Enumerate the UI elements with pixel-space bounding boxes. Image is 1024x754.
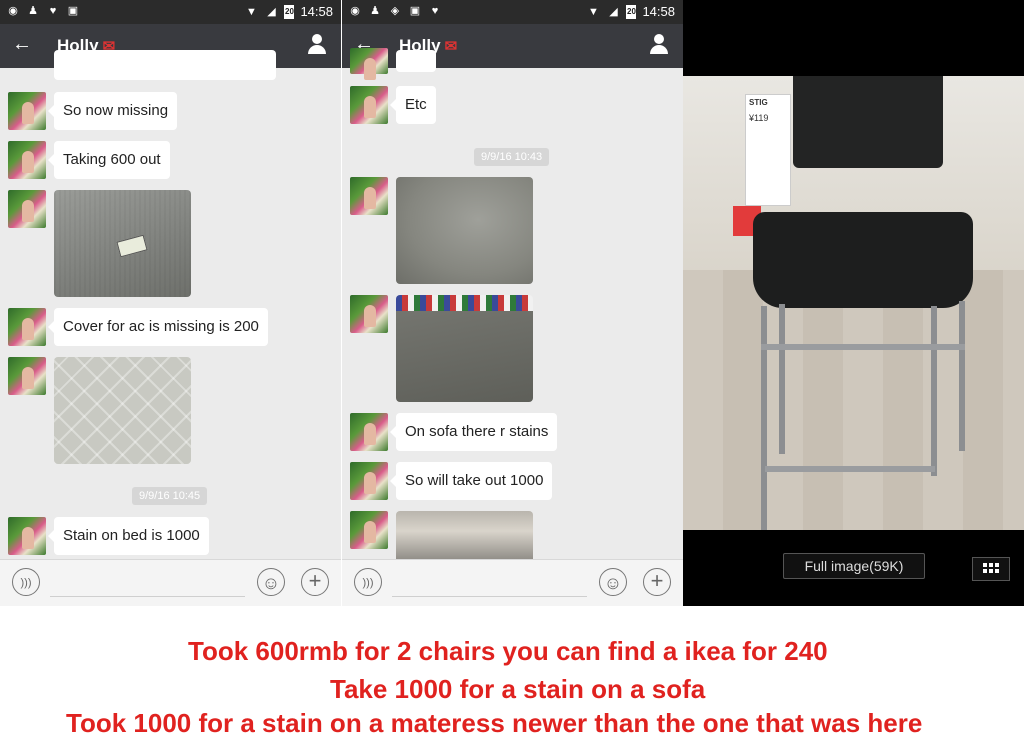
full-image-button[interactable]: Full image(59K) — [783, 553, 925, 579]
message-bubble: Cover for ac is missing is 200 — [48, 308, 268, 346]
emoji-icon[interactable]: ☺ — [599, 568, 627, 596]
chair-leg — [761, 306, 767, 530]
price-tag-text: ¥119 — [749, 113, 769, 123]
plus-icon[interactable]: + — [301, 568, 329, 596]
avatar — [8, 190, 46, 228]
profile-icon[interactable] — [649, 34, 669, 56]
status-time: 14:58 — [300, 4, 333, 19]
messenger-icon: ◉ — [8, 5, 18, 17]
message-timestamp: 9/9/16 10:43 — [474, 148, 550, 166]
photo-message-carpet[interactable] — [54, 190, 191, 297]
grid-icon[interactable] — [972, 557, 1010, 581]
message-bubble: Etc — [390, 86, 436, 124]
profile-icon[interactable] — [307, 34, 327, 56]
avatar — [350, 295, 388, 333]
chair-photo: STIG ¥119 — [683, 76, 1024, 530]
heart-icon: ♥ — [49, 5, 57, 17]
caption-area: Took 600rmb for 2 chairs you can find a … — [0, 606, 1024, 754]
voice-icon[interactable]: ))) — [12, 568, 40, 596]
back-arrow-icon[interactable]: ← — [12, 33, 32, 56]
battery-icon: 20 — [284, 4, 295, 19]
avatar — [8, 357, 46, 395]
ac-remote-image — [116, 234, 148, 258]
battery-icon: 20 — [626, 4, 637, 19]
message-input[interactable] — [392, 596, 587, 597]
status-time: 14:58 — [642, 4, 675, 19]
message-bubble: Stain on bed is 1000 — [48, 517, 209, 555]
signal-icon: ◢ — [609, 5, 618, 18]
gallery-icon: ▣ — [67, 5, 79, 17]
mail-icon: ✉ — [444, 38, 458, 55]
input-bar: ))) ☺ + — [342, 559, 683, 606]
message-bubble: So now missing — [47, 92, 178, 130]
photo-message-room[interactable] — [396, 511, 533, 561]
avatar — [350, 177, 388, 215]
plus-icon[interactable]: + — [643, 568, 671, 596]
caption-line: Took 600rmb for 2 chairs you can find a … — [188, 636, 828, 666]
wifi-icon: ▼ — [588, 5, 599, 18]
chair-leg — [779, 304, 785, 454]
chair-leg — [931, 306, 937, 476]
avatar — [350, 48, 388, 80]
messenger-icon: ◉ — [350, 5, 360, 17]
avatar — [8, 517, 46, 555]
avatar — [350, 413, 388, 451]
avatar — [350, 511, 388, 549]
avatar — [350, 462, 388, 500]
floor-image — [683, 270, 1024, 530]
chat-panel-right: ◉ ♟ ◈ ▣ ♥ ▼ ◢ 20 14:58 ← Holly ✉ Etc 9/9/… — [342, 0, 683, 606]
chair-rung — [761, 344, 965, 350]
wifi-icon: ▼ — [246, 5, 257, 18]
avatar — [8, 141, 46, 179]
heart-icon: ♥ — [431, 5, 439, 17]
chat-header: ← Holly ✉ — [342, 24, 683, 68]
photo-message-sofa[interactable] — [396, 177, 533, 284]
avatar — [8, 308, 46, 346]
message-bubble: Taking 600 out — [48, 141, 170, 179]
status-bar: ◉ ♟ ♥ ▣ ▼ ◢ 20 14:58 — [0, 0, 341, 24]
signal-icon: ◢ — [267, 5, 276, 18]
chat-panel-left: ◉ ♟ ♥ ▣ ▼ ◢ 20 14:58 ← Holly ✉ So now mis… — [0, 0, 341, 606]
chair-seat — [753, 212, 973, 308]
message-bubble-cut — [396, 50, 436, 72]
photo-message-sofa-stain[interactable] — [396, 295, 533, 402]
caption-line: Take 1000 for a stain on a sofa — [330, 674, 706, 704]
snapchat-icon: ♟ — [370, 5, 380, 17]
avatar — [8, 92, 46, 130]
gallery-icon: ▣ — [409, 5, 421, 17]
price-tag: STIG ¥119 — [745, 94, 791, 206]
message-bubble-cut — [54, 50, 276, 80]
message-timestamp: 9/9/16 10:45 — [132, 487, 208, 505]
avatar — [350, 86, 388, 124]
status-bar: ◉ ♟ ◈ ▣ ♥ ▼ ◢ 20 14:58 — [342, 0, 683, 24]
dropbox-icon: ◈ — [390, 5, 400, 17]
chair-leg — [959, 301, 965, 451]
message-bubble: So will take out 1000 — [389, 462, 553, 500]
message-bubble: On sofa there r stains — [389, 413, 558, 451]
chair-backrest — [793, 76, 943, 168]
chair-rung — [765, 466, 935, 472]
image-viewer: STIG ¥119 Full image(59K) — [683, 0, 1024, 606]
product-tag-text: STIG — [749, 98, 768, 107]
message-input[interactable] — [50, 596, 245, 597]
caption-line: Took 1000 for a stain on a materess newe… — [66, 708, 923, 738]
photo-message-mattress[interactable] — [54, 357, 191, 464]
snapchat-icon: ♟ — [28, 5, 38, 17]
input-bar: ))) ☺ + — [0, 559, 341, 606]
voice-icon[interactable]: ))) — [354, 568, 382, 596]
emoji-icon[interactable]: ☺ — [257, 568, 285, 596]
